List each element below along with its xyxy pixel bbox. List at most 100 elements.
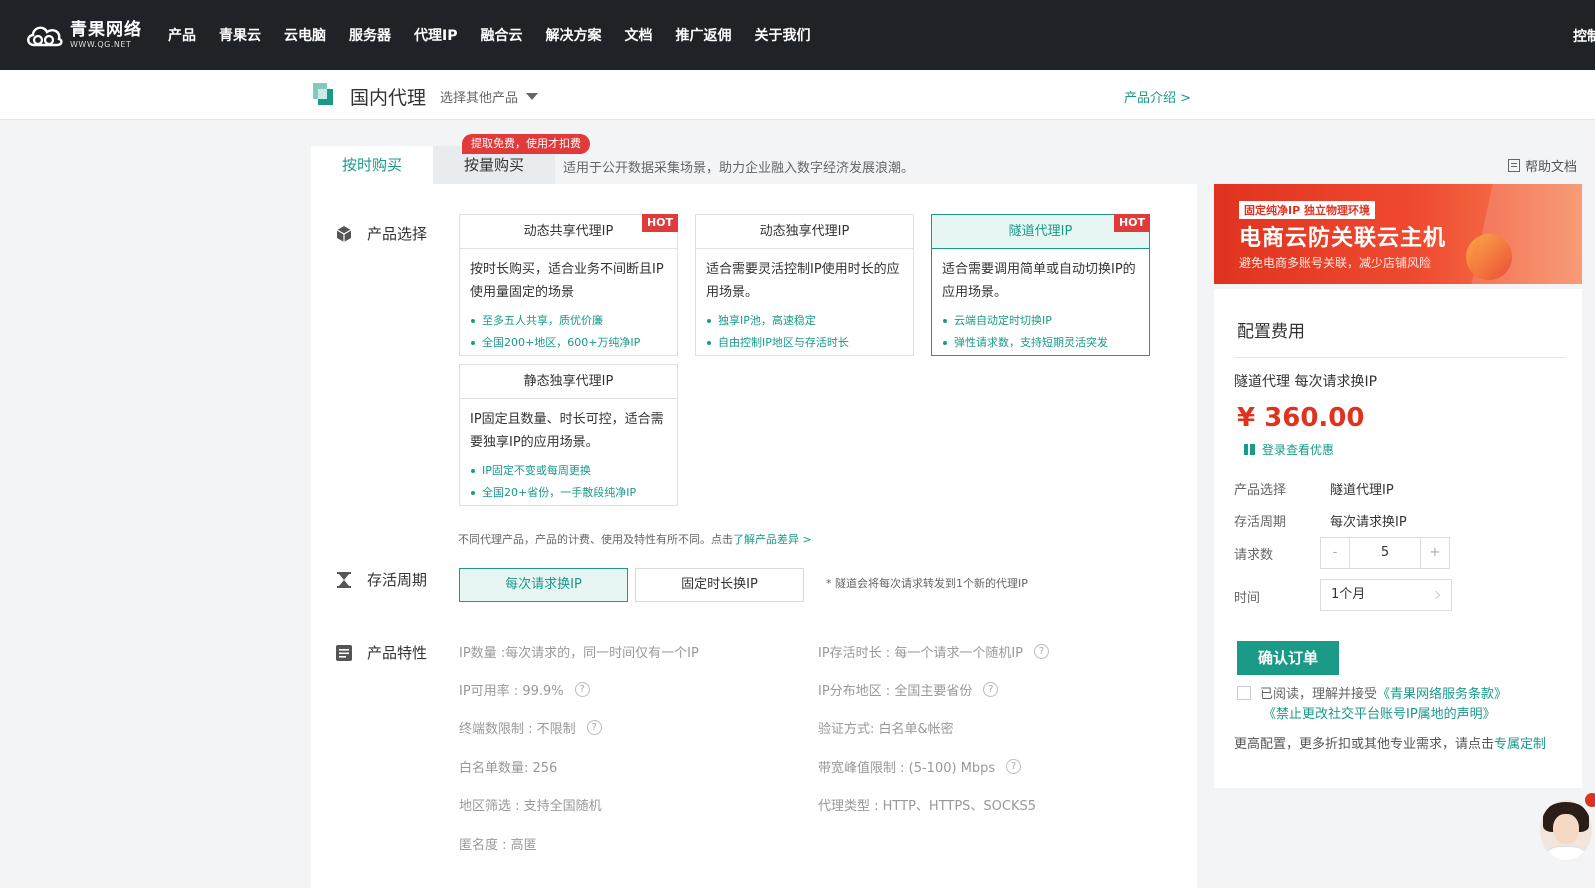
divider: [1234, 357, 1566, 358]
feature-item: IP分布地区 : 全国主要省份?: [818, 680, 999, 699]
nav-item[interactable]: 代理IP: [414, 25, 457, 45]
feature-item: IP可用率 : 99.9%?: [459, 680, 590, 699]
hourglass-icon: [337, 571, 351, 588]
main-menu: 产品 青果云 云电脑 服务器 代理IP 融合云 解决方案 文档 推广返佣 关于我们: [168, 0, 833, 70]
document-icon: [1508, 159, 1520, 172]
console-link[interactable]: 控制: [1573, 26, 1595, 46]
help-question-icon[interactable]: ?: [1006, 759, 1022, 774]
section-product-select: 产品选择: [335, 223, 427, 244]
row-key: 时间: [1234, 591, 1261, 606]
help-question-icon[interactable]: ?: [586, 720, 602, 735]
nav-item[interactable]: 云电脑: [284, 25, 326, 45]
banner-subtitle: 避免电商多账号关联，减少店铺风险: [1239, 256, 1432, 270]
logo[interactable]: 青果网络 WWW.QG.NET: [24, 20, 142, 50]
nav-item[interactable]: 融合云: [480, 25, 522, 45]
cycle-option-per-request[interactable]: 每次请求换IP: [459, 568, 628, 602]
page-title: 国内代理: [350, 87, 427, 109]
card-bullet: 自由控制IP地区与存活时长: [706, 332, 903, 354]
hot-badge: HOT: [1113, 214, 1150, 232]
custom-request: 更高配置，更多折扣或其他专业需求，请点击专属定制: [1234, 733, 1546, 752]
feature-item: 带宽峰值限制 : (5-100) Mbps?: [818, 757, 1022, 776]
product-card-static-exclusive[interactable]: 静态独享代理IP IP固定且数量、时长可控，适合需要独享IP的应用场景。 IP固…: [459, 364, 678, 506]
card-title: 隧道代理IP: [1008, 224, 1073, 239]
confirm-order-button[interactable]: 确认订单: [1237, 641, 1339, 675]
tab-buy-by-time[interactable]: 按时购买: [311, 146, 433, 184]
row-key: 请求数: [1234, 548, 1274, 563]
cube-icon: [336, 225, 352, 242]
nav-item[interactable]: 关于我们: [754, 25, 810, 45]
custom-request-text: 更高配置，更多折扣或其他专业需求，请点击: [1234, 737, 1495, 752]
feature-text: IP可用率 : 99.9%: [459, 684, 564, 699]
hot-badge: HOT: [641, 214, 678, 232]
declaration-link[interactable]: 《禁止更改社交平台账号IP属地的声明》: [1263, 707, 1496, 722]
section-cycle: 存活周期: [335, 569, 427, 590]
card-bullet: 弹性请求数，支持短期灵活突发: [942, 332, 1139, 354]
card-bullet: 至多五人共享，质优价廉: [470, 310, 667, 332]
logo-text: 青果网络: [70, 19, 142, 40]
feature-text: 带宽峰值限制 : (5-100) Mbps: [818, 761, 996, 776]
card-bullet: IP固定不变或每周更换: [470, 460, 667, 482]
agreement: 已阅读，理解并接受《青果网络服务条款》 《禁止更改社交平台账号IP属地的声明》: [1237, 685, 1567, 725]
caret-down-icon: [526, 93, 539, 100]
nav-item[interactable]: 解决方案: [545, 25, 601, 45]
feature-text: IP分布地区 : 全国主要省份: [818, 684, 973, 699]
feature-item: 匿名度 : 高匿: [459, 834, 537, 853]
product-card-tunnel[interactable]: 隧道代理IP HOT 适合需要调用简单或自动切换IP的应用场景。 云端自动定时切…: [931, 214, 1150, 356]
gift-icon: [1244, 444, 1255, 455]
help-question-icon[interactable]: ?: [1034, 644, 1049, 659]
banner-title: 电商云防关联云主机: [1239, 226, 1447, 251]
product-card-dynamic-shared[interactable]: 动态共享代理IP HOT 按时长购买，适合业务不间断且IP使用量固定的场景 至多…: [459, 214, 678, 356]
help-doc-link[interactable]: 帮助文档: [1508, 156, 1577, 175]
promo-banner[interactable]: 固定纯净IP 独立物理环境 电商云防关联云主机 避免电商多账号关联，减少店铺风险: [1214, 184, 1582, 284]
cycle-option-fixed-duration[interactable]: 固定时长换IP: [635, 568, 804, 602]
help-question-icon[interactable]: ?: [574, 682, 590, 697]
quantity-input[interactable]: 5: [1349, 538, 1421, 568]
help-question-icon[interactable]: ?: [983, 682, 999, 697]
login-discount-link[interactable]: 登录查看优惠: [1244, 441, 1334, 458]
feature-text: 代理类型 : HTTP、HTTPS、SOCKS5: [818, 799, 1037, 814]
feature-item: 白名单数量: 256: [459, 757, 557, 776]
card-bullet: 全国20+省份，一手散段纯净IP: [470, 482, 667, 504]
card-bullet: 云端自动定时切换IP: [942, 310, 1139, 332]
row-value: 隧道代理IP: [1330, 483, 1394, 498]
feature-item: 代理类型 : HTTP、HTTPS、SOCKS5: [818, 795, 1036, 814]
banner-decoration: [1466, 234, 1512, 280]
product-diff-note: 不同代理产品，产品的计费、使用及特性有所不同。点击了解产品差异 >: [458, 531, 812, 547]
diff-note-text: 不同代理产品，产品的计费、使用及特性有所不同。点击: [458, 533, 733, 546]
order-price: ¥ 360.00: [1237, 403, 1365, 433]
card-bullet: 全国200+地区，600+万纯净IP: [470, 332, 667, 354]
nav-item[interactable]: 推广返佣: [675, 25, 731, 45]
time-select[interactable]: 1个月: [1320, 579, 1452, 611]
nav-item[interactable]: 产品: [168, 25, 196, 45]
decrement-button[interactable]: -: [1321, 538, 1349, 568]
custom-plan-link[interactable]: 专属定制: [1494, 737, 1546, 752]
card-bullet: 独享IP池，高速稳定: [706, 310, 903, 332]
row-value: 每次请求换IP: [1330, 515, 1407, 530]
top-navbar: 青果网络 WWW.QG.NET 产品 青果云 云电脑 服务器 代理IP 融合云 解决方案 文档…: [0, 0, 1595, 70]
agree-checkbox[interactable]: [1237, 686, 1251, 700]
product-card-dynamic-exclusive[interactable]: 动态独享代理IP 适合需要灵活控制IP使用时长的应用场景。 独享IP池，高速稳定…: [695, 214, 914, 356]
increment-button[interactable]: +: [1421, 538, 1449, 568]
discount-label: 登录查看优惠: [1262, 443, 1335, 457]
nav-item[interactable]: 青果云: [219, 25, 261, 45]
product-diff-link[interactable]: 了解产品差异 >: [733, 533, 812, 546]
promo-badge: 提取免费，使用才扣费: [462, 134, 590, 154]
customer-service-avatar[interactable]: [1540, 800, 1592, 860]
nav-item[interactable]: 文档: [624, 25, 652, 45]
product-icon: [313, 83, 333, 105]
quantity-stepper: - 5 +: [1320, 537, 1450, 569]
feature-text: IP数量 :每次请求的，同一时间仅有一个IP: [459, 646, 699, 661]
feature-text: 地区筛选 : 支持全国随机: [459, 799, 602, 814]
feature-text: 验证方式: 白名单&帐密: [818, 722, 954, 737]
card-description: 适合需要灵活控制IP使用时长的应用场景。: [706, 262, 900, 300]
order-title: 配置费用: [1237, 322, 1305, 342]
card-description: 按时长购买，适合业务不间断且IP使用量固定的场景: [470, 262, 664, 300]
terms-link[interactable]: 《青果网络服务条款》: [1377, 687, 1507, 702]
nav-item[interactable]: 服务器: [349, 25, 391, 45]
product-intro-link[interactable]: 产品介绍 >: [1124, 87, 1191, 106]
section-label: 产品选择: [367, 225, 428, 243]
cycle-note: * 隧道会将每次请求转发到1个新的代理IP: [826, 577, 1028, 590]
time-select-value: 1个月: [1331, 587, 1366, 602]
card-title: 静态独享代理IP: [523, 374, 614, 389]
other-product-dropdown[interactable]: 选择其他产品: [440, 87, 539, 106]
